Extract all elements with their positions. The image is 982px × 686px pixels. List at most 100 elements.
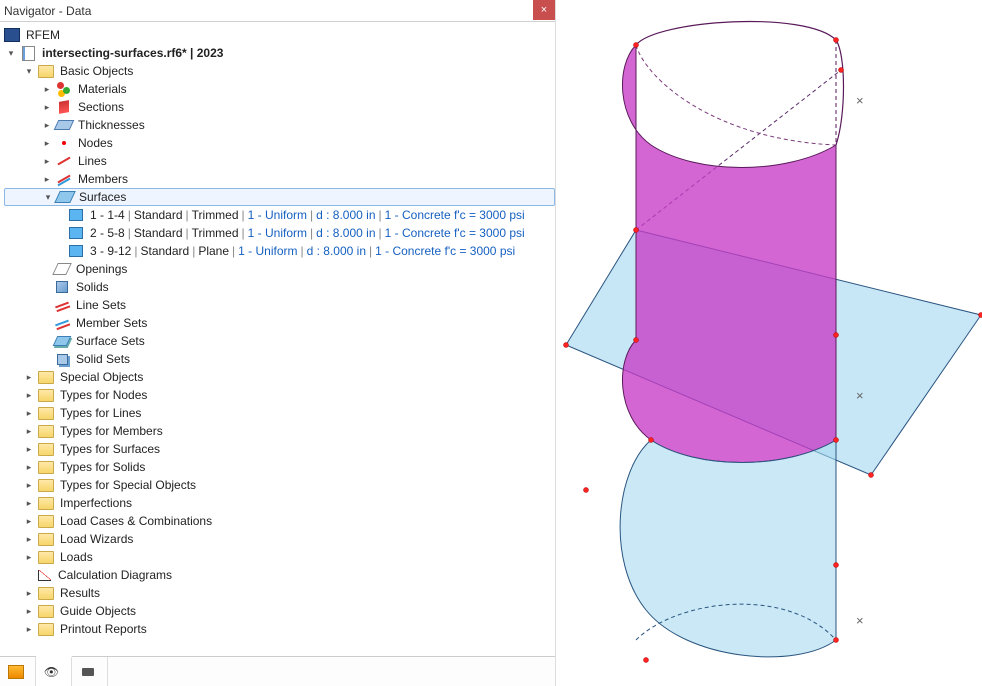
tree-row-folder[interactable]: Imperfections: [4, 494, 555, 512]
eye-icon: [44, 664, 60, 680]
folder-icon: [38, 621, 54, 637]
folder-icon: [38, 603, 54, 619]
hidden-edge: [636, 45, 836, 145]
materials-label: Materials: [76, 82, 129, 96]
tree-row-folder[interactable]: Types for Lines: [4, 404, 555, 422]
tree-row-folder[interactable]: Special Objects: [4, 368, 555, 386]
folder-label: Special Objects: [58, 370, 145, 384]
tree-row-thicknesses[interactable]: Thicknesses: [4, 116, 555, 134]
toggle-icon[interactable]: [22, 514, 36, 528]
tree-row-basic-objects[interactable]: Basic Objects: [4, 62, 555, 80]
close-button[interactable]: ×: [533, 0, 555, 20]
axis-marker: ×: [856, 388, 864, 403]
folder-icon: [38, 477, 54, 493]
tree-row-folder[interactable]: Types for Surfaces: [4, 440, 555, 458]
toggle-icon[interactable]: [22, 64, 36, 78]
folder-icon: [38, 513, 54, 529]
toggle-icon[interactable]: [22, 478, 36, 492]
member-sets-label: Member Sets: [74, 316, 149, 330]
tree-row-member-sets[interactable]: Member Sets: [4, 314, 555, 332]
tree-row-solids[interactable]: Solids: [4, 278, 555, 296]
tree-row-surface-item[interactable]: 1 - 1-4|Standard|Trimmed|1 - Uniform|d :…: [4, 206, 555, 224]
tree-row-folder[interactable]: Printout Reports: [4, 620, 555, 638]
members-label: Members: [76, 172, 130, 186]
surface-item-label: 3 - 9-12|Standard|Plane|1 - Uniform|d : …: [88, 244, 517, 258]
toggle-icon[interactable]: [22, 424, 36, 438]
toggle-icon[interactable]: [40, 136, 54, 150]
toggle-icon[interactable]: [22, 532, 36, 546]
tab-display[interactable]: [36, 656, 72, 686]
folder-label: Types for Members: [58, 424, 165, 438]
tree-row-folder[interactable]: Load Wizards: [4, 530, 555, 548]
surface-icon: [57, 189, 73, 205]
basic-objects-label: Basic Objects: [58, 64, 135, 78]
tree-row-folder[interactable]: Types for Nodes: [4, 386, 555, 404]
cylinder-upper-magenta: [622, 45, 836, 463]
surface-item-icon: [68, 225, 84, 241]
toggle-icon[interactable]: [22, 442, 36, 456]
line-icon: [56, 153, 72, 169]
toggle-icon[interactable]: [40, 118, 54, 132]
toggle-icon[interactable]: [22, 460, 36, 474]
toggle-icon[interactable]: [22, 622, 36, 636]
folder-icon: [38, 459, 54, 475]
toggle-icon[interactable]: [22, 388, 36, 402]
tree-row-folder[interactable]: Types for Members: [4, 422, 555, 440]
folder-icon: [38, 441, 54, 457]
tree-row-folder[interactable]: Types for Solids: [4, 458, 555, 476]
navigator-tree[interactable]: RFEM intersecting-surfaces.rf6* | 2023 B…: [0, 22, 555, 656]
navigator-title: Navigator - Data: [4, 4, 91, 18]
toggle-icon[interactable]: [22, 604, 36, 618]
toggle-icon[interactable]: [22, 550, 36, 564]
tree-row-surface-sets[interactable]: Surface Sets: [4, 332, 555, 350]
tree-row-folder[interactable]: Loads: [4, 548, 555, 566]
tree-row-folder[interactable]: Load Cases & Combinations: [4, 512, 555, 530]
toggle-icon[interactable]: [40, 100, 54, 114]
tree-row-calc-diagrams[interactable]: Calculation Diagrams: [4, 566, 555, 584]
tree-row-members[interactable]: Members: [4, 170, 555, 188]
model-viewport[interactable]: × × ×: [556, 0, 982, 686]
toggle-icon[interactable]: [22, 370, 36, 384]
tree-row-openings[interactable]: Openings: [4, 260, 555, 278]
member-icon: [56, 171, 72, 187]
folder-label: Loads: [58, 550, 95, 564]
tree-row-materials[interactable]: Materials: [4, 80, 555, 98]
tree-row-solid-sets[interactable]: Solid Sets: [4, 350, 555, 368]
tree-row-lines[interactable]: Lines: [4, 152, 555, 170]
folder-icon: [38, 63, 54, 79]
tree-row-nodes[interactable]: Nodes: [4, 134, 555, 152]
folder-icon: [38, 369, 54, 385]
tree-row-folder[interactable]: Types for Special Objects: [4, 476, 555, 494]
tree-row-surface-item[interactable]: 2 - 5-8|Standard|Trimmed|1 - Uniform|d :…: [4, 224, 555, 242]
toggle-icon[interactable]: [40, 172, 54, 186]
toggle-icon[interactable]: [40, 154, 54, 168]
cylinder-top-rim: [636, 21, 844, 145]
toggle-icon[interactable]: [40, 82, 54, 96]
folder-icon: [38, 387, 54, 403]
folder-label: Types for Nodes: [58, 388, 149, 402]
tree-row-file[interactable]: intersecting-surfaces.rf6* | 2023: [4, 44, 555, 62]
toggle-icon[interactable]: [22, 496, 36, 510]
tree-row-root[interactable]: RFEM: [4, 26, 555, 44]
folder-label: Guide Objects: [58, 604, 138, 618]
solid-icon: [54, 279, 70, 295]
folder-icon: [38, 585, 54, 601]
viewport-svg: × × ×: [556, 0, 982, 686]
tree-row-surfaces[interactable]: Surfaces: [4, 188, 555, 206]
toggle-icon[interactable]: [22, 406, 36, 420]
tree-row-line-sets[interactable]: Line Sets: [4, 296, 555, 314]
openings-label: Openings: [74, 262, 129, 276]
toggle-icon[interactable]: [41, 190, 55, 204]
chart-icon: [36, 567, 52, 583]
toggle-icon[interactable]: [22, 586, 36, 600]
navigator-title-bar: Navigator - Data ×: [0, 0, 555, 22]
tree-row-surface-item[interactable]: 3 - 9-12|Standard|Plane|1 - Uniform|d : …: [4, 242, 555, 260]
tree-row-sections[interactable]: Sections: [4, 98, 555, 116]
tab-views[interactable]: [72, 657, 108, 686]
toggle-icon[interactable]: [4, 46, 18, 60]
surfaceset-icon: [54, 333, 70, 349]
tab-data-switch[interactable]: [0, 657, 36, 686]
folder-label: Types for Lines: [58, 406, 143, 420]
tree-row-folder[interactable]: Guide Objects: [4, 602, 555, 620]
tree-row-folder[interactable]: Results: [4, 584, 555, 602]
